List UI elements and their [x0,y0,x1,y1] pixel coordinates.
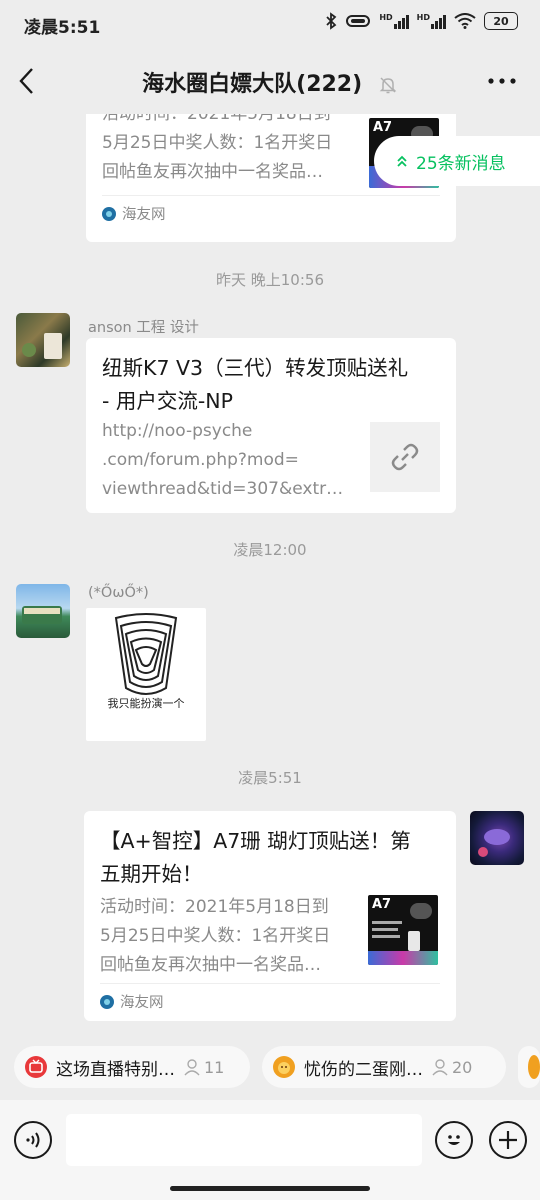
more-actions-button[interactable] [489,1121,527,1159]
sender-name: anson 工程 设计 [88,320,199,336]
vibrate-icon [346,15,371,27]
status-icons: HD HD 20 [325,12,518,30]
emoji-button[interactable] [435,1121,473,1159]
live-stream-pill-partial[interactable] [518,1046,540,1088]
voice-icon [26,1132,40,1148]
person-icon [184,1059,200,1076]
double-chevron-up-icon [397,155,407,167]
emoji-icon [448,1135,460,1145]
timestamp: 昨天 晚上10:56 [216,271,324,289]
more-options-icon[interactable] [486,66,518,96]
title-line: - 用户交流-NP [102,389,234,413]
live-stream-title: 这场直播特别… [56,1059,175,1080]
source-name: 海友网 [122,207,166,223]
viewer-count-value: 11 [204,1057,225,1077]
link-card-desc: http://noo-psyche .com/forum.php?mod= vi… [102,417,358,504]
sender-name: (*ŐωŐ*) [88,585,149,601]
link-card-source: 海友网 [100,983,440,1015]
link-card[interactable]: 纽斯K7 V3（三代）转发顶贴送礼 - 用户交流-NP http://noo-p… [86,338,456,513]
chat-header: 海水圈白嫖大队(222) [0,48,540,114]
live-stream-bar: 这场直播特别… 11 忧伤的二蛋刚… 20 [0,1036,540,1100]
status-bar: 凌晨5:51 HD HD 20 [0,0,540,48]
chat-title: 海水圈白嫖大队(222) [142,72,363,97]
avatar[interactable] [16,313,70,367]
link-icon [391,443,419,471]
source-logo-icon [100,994,114,1009]
wifi-icon [454,13,476,29]
bluetooth-icon [326,12,337,30]
network-label-2: HD [416,13,430,22]
live-stream-pill[interactable]: 这场直播特别… 11 [14,1046,250,1088]
self-avatar[interactable] [470,811,524,865]
sticker-message[interactable]: 我只能扮演一个 [86,608,206,741]
title-line: 【A+智控】A7珊 瑚灯顶贴送！第 [100,829,411,853]
cell-signal-icon-2: HD [417,13,446,29]
source-logo-icon [102,206,116,221]
live-stream-title: 忧伤的二蛋刚… [304,1059,423,1080]
battery-indicator: 20 [484,12,518,30]
desc-line: 回帖鱼友再次抽中一名奖品… [100,955,321,975]
message-input[interactable] [66,1114,422,1166]
mute-bell-icon [379,77,397,94]
chat-message-list[interactable]: 活动时间：2021年5月18日到 5月25日中奖人数：1名开奖日 回帖鱼友再次抽… [0,114,540,1036]
message-input-bar [0,1100,540,1200]
timestamp: 凌晨12:00 [233,541,307,559]
desc-line: 回帖鱼友再次抽中一名奖品… [102,162,323,182]
tv-live-icon [25,1056,47,1078]
link-card-partial-desc: 活动时间：2021年5月18日到 5月25日中奖人数：1名开奖日 回帖鱼友再次抽… [102,114,358,187]
viewer-count: 11 [183,1058,224,1077]
chat-title-wrap: 海水圈白嫖大队(222) [0,66,540,98]
live-stream-pill[interactable]: 忧伤的二蛋刚… 20 [262,1046,506,1088]
link-card-title: 【A+智控】A7珊 瑚灯顶贴送！第 五期开始！ [100,825,440,891]
link-card-desc: 活动时间：2021年5月18日到 5月25日中奖人数：1名开奖日 回帖鱼友再次抽… [100,893,356,980]
new-messages-button[interactable]: 25条新消息 [374,136,540,186]
home-indicator [170,1186,370,1191]
link-card-title: 纽斯K7 V3（三代）转发顶贴送礼 - 用户交流-NP [102,352,440,418]
sticker-caption: 我只能扮演一个 [107,697,185,710]
title-line: 五期开始！ [100,862,203,886]
link-card-thumbnail: A7 [368,895,438,965]
link-card-self[interactable]: 【A+智控】A7珊 瑚灯顶贴送！第 五期开始！ 活动时间：2021年5月18日到… [84,811,456,1021]
viewer-count: 20 [431,1058,472,1077]
plus-icon [499,1131,517,1149]
thumb-label: A7 [372,897,392,912]
timestamp: 凌晨5:51 [238,769,302,787]
desc-line: 5月25日中奖人数：1名开奖日 [100,926,331,946]
desc-line: 活动时间：2021年5月18日到 [102,114,331,124]
user-avatar-icon [273,1056,295,1078]
link-thumbnail [370,422,440,492]
network-label-1: HD [379,13,393,22]
viewer-count-value: 20 [452,1057,473,1077]
link-card-source: 海友网 [102,195,440,227]
desc-line: http://noo-psyche [102,421,253,441]
status-time: 凌晨5:51 [24,18,101,38]
desc-line: .com/forum.php?mod= [102,450,299,470]
source-name: 海友网 [120,995,164,1011]
person-icon [432,1059,448,1076]
user-avatar-icon [528,1055,540,1079]
title-line: 纽斯K7 V3（三代）转发顶贴送礼 [102,356,409,380]
new-messages-label: 25条新消息 [416,153,506,174]
sticker-image [114,613,178,695]
desc-line: 活动时间：2021年5月18日到 [100,897,329,917]
avatar[interactable] [16,584,70,638]
desc-line: viewthread&tid=307&extr… [102,479,344,499]
voice-input-button[interactable] [14,1121,52,1159]
thumb-label: A7 [373,120,393,135]
desc-line: 5月25日中奖人数：1名开奖日 [102,133,333,153]
cell-signal-icon-1: HD [379,13,409,29]
